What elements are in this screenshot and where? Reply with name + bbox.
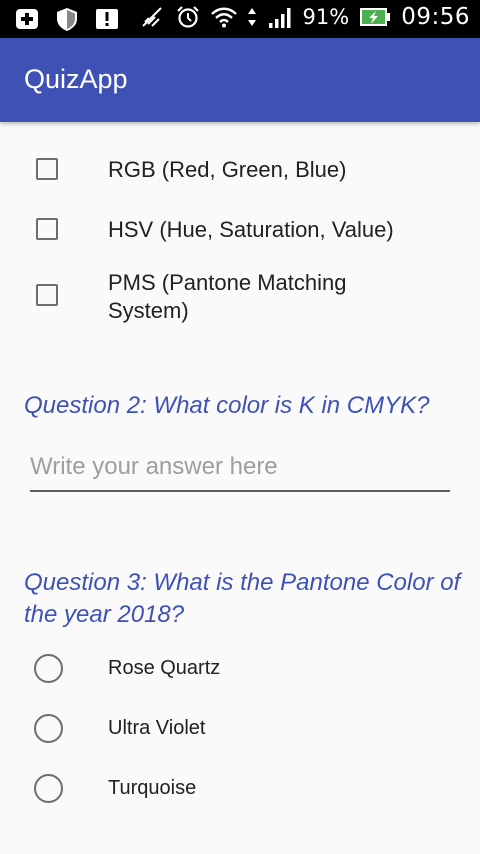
question-3-text: Question 3: What is the Pantone Color of… — [24, 569, 461, 628]
status-bar: 91% 09:56 — [0, 0, 480, 38]
wifi-icon — [210, 7, 237, 28]
mute-icon — [141, 7, 162, 27]
alarm-icon — [176, 6, 199, 28]
clock-time: 09:56 — [401, 4, 470, 30]
checkbox-label: RGB (Red, Green, Blue) — [108, 157, 347, 182]
data-arrows-icon — [247, 8, 256, 26]
checkbox-label: HSV (Hue, Saturation, Value) — [108, 217, 394, 242]
checkbox[interactable] — [36, 218, 58, 240]
quiz-content: RGB (Red, Green, Blue) HSV (Hue, Saturat… — [0, 122, 480, 854]
shield-icon — [57, 8, 77, 31]
checkbox[interactable] — [36, 158, 58, 180]
radio-button[interactable] — [34, 654, 63, 683]
alert-icon — [96, 9, 118, 29]
radio-label: Rose Quartz — [108, 657, 221, 679]
answer-input[interactable] — [30, 444, 450, 492]
radio-label: Turquoise — [108, 777, 197, 799]
battery-percent: 91% — [302, 5, 350, 29]
checkbox[interactable] — [36, 284, 58, 306]
checkbox-label: PMS (Pantone Matching System) — [108, 270, 347, 323]
battery-charging-icon — [360, 8, 391, 26]
signal-icon — [268, 8, 291, 28]
question-2-text: Question 2: What color is K in CMYK? — [24, 392, 430, 419]
add-notification-icon — [16, 9, 38, 29]
app-title: QuizApp — [24, 64, 128, 94]
app-bar: QuizApp — [0, 38, 480, 122]
radio-button[interactable] — [34, 714, 63, 743]
radio-button[interactable] — [34, 774, 63, 803]
radio-label: Ultra Violet — [108, 717, 206, 739]
